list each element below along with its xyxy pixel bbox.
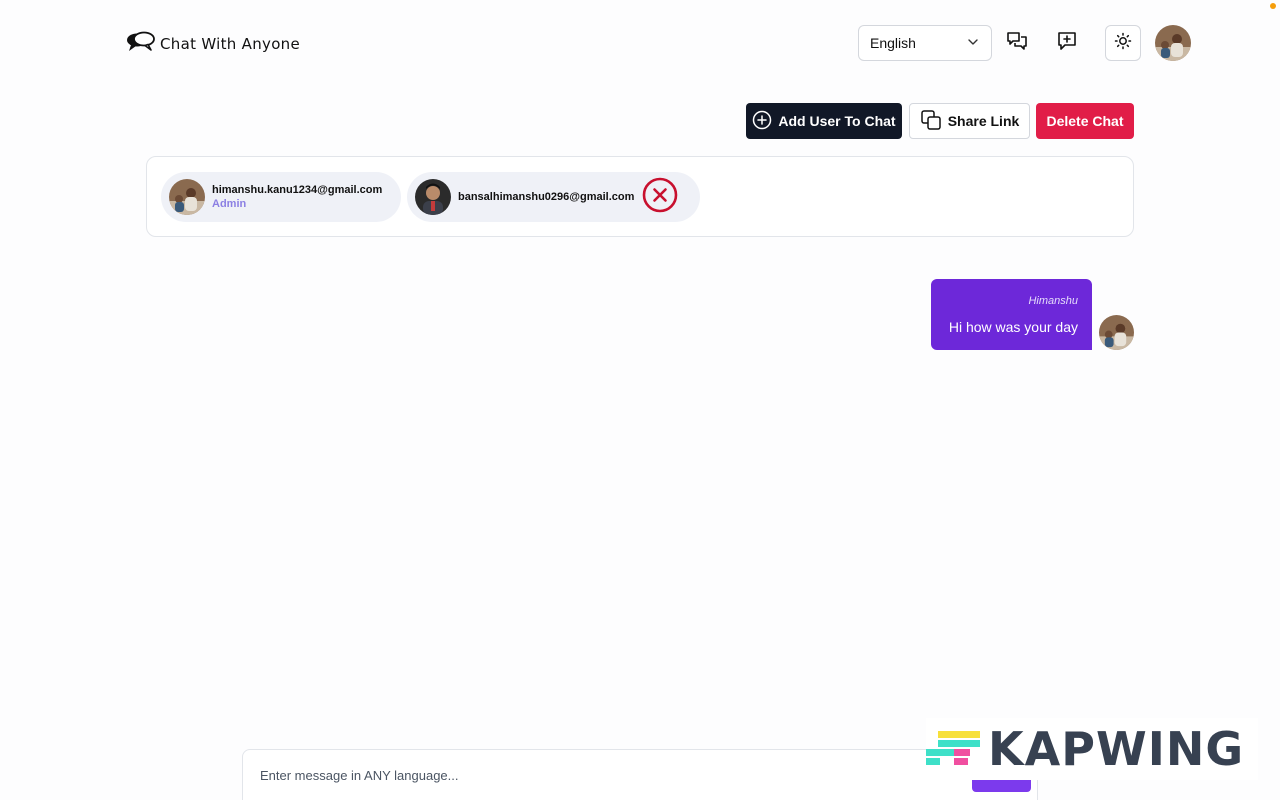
- admin-badge: Admin: [212, 198, 247, 210]
- message-bubble: Himanshu Hi how was your day: [931, 279, 1092, 350]
- watermark-text: KAPWING: [988, 722, 1245, 776]
- delete-chat-label: Delete Chat: [1046, 113, 1124, 129]
- message-author: Himanshu: [1028, 295, 1078, 307]
- member-email: bansalhimanshu0296@gmail.com: [458, 191, 635, 203]
- plus-circle-icon: [752, 110, 772, 133]
- language-selected: English: [870, 35, 916, 51]
- status-dot: [1270, 3, 1276, 9]
- remove-member-button[interactable]: [642, 177, 678, 218]
- chat-members-panel: himanshu.kanu1234@gmail.com Admin bansal…: [146, 156, 1134, 237]
- close-circle-icon: [642, 177, 678, 218]
- copy-icon: [920, 109, 942, 134]
- member-chip: bansalhimanshu0296@gmail.com: [407, 172, 700, 222]
- delete-chat-button[interactable]: Delete Chat: [1036, 103, 1134, 139]
- app-logo[interactable]: Chat With Anyone: [126, 30, 300, 57]
- add-user-label: Add User To Chat: [778, 113, 896, 129]
- share-link-label: Share Link: [947, 113, 1020, 129]
- member-email: himanshu.kanu1234@gmail.com: [212, 184, 383, 196]
- theme-toggle-button[interactable]: [1105, 25, 1141, 61]
- share-link-button[interactable]: Share Link: [909, 103, 1030, 139]
- kapwing-watermark: KAPWING: [926, 718, 1258, 780]
- member-avatar: [415, 179, 451, 215]
- add-user-button[interactable]: Add User To Chat: [746, 103, 902, 139]
- message-plus-icon: [1056, 30, 1078, 57]
- new-chat-button[interactable]: [1049, 25, 1085, 61]
- sun-icon: [1114, 32, 1132, 55]
- member-chip: himanshu.kanu1234@gmail.com Admin: [161, 172, 401, 222]
- member-avatar: [169, 179, 205, 215]
- chats-icon: [1005, 29, 1029, 58]
- app-title: Chat With Anyone: [160, 34, 301, 53]
- language-select[interactable]: English: [858, 25, 992, 61]
- message-text: Hi how was your day: [948, 319, 1078, 335]
- user-avatar[interactable]: [1155, 25, 1191, 61]
- kapwing-logo-icon: [926, 727, 982, 772]
- chevron-down-icon: [967, 35, 979, 51]
- app-header: Chat With Anyone English: [0, 0, 1280, 84]
- speech-bubbles-icon: [126, 30, 156, 57]
- message-input[interactable]: [260, 764, 960, 786]
- message-composer: Send: [242, 749, 1038, 800]
- chats-button[interactable]: [999, 25, 1035, 61]
- message-avatar: [1099, 315, 1134, 350]
